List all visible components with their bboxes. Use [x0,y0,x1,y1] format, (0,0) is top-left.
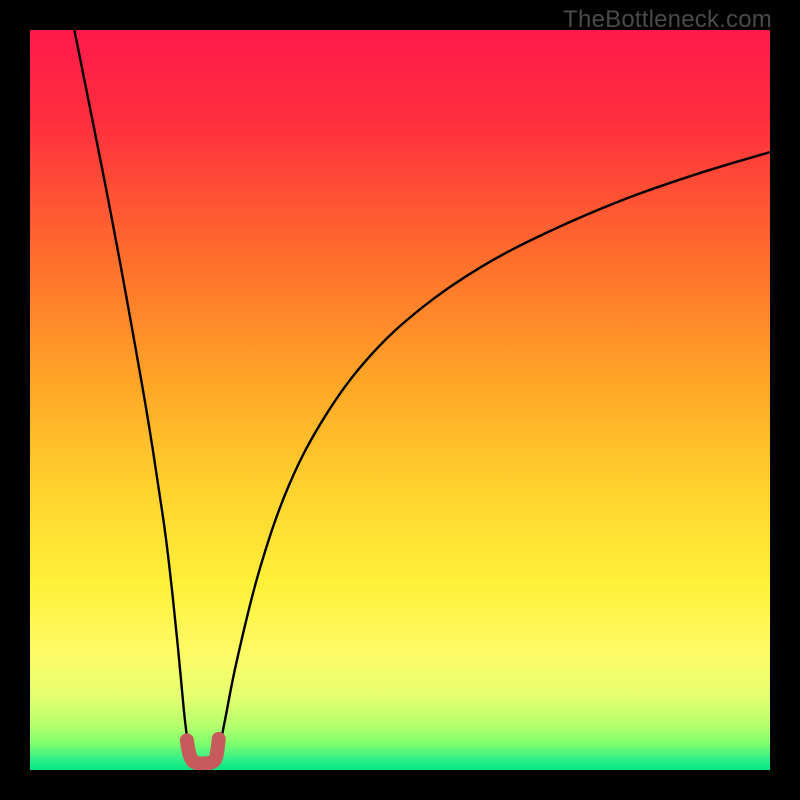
watermark-text: TheBottleneck.com [563,6,772,34]
chart-svg [30,30,770,770]
plot-area [30,30,770,770]
chart-frame: TheBottleneck.com [0,0,800,800]
gradient-background [30,30,770,770]
